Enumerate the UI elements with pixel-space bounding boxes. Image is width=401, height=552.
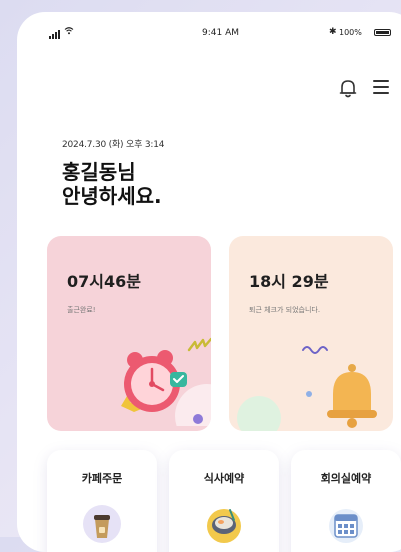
current-datetime: 2024.7.30 (화) 오후 3:14 [62, 140, 165, 150]
battery-icon [374, 29, 391, 36]
clock-out-card[interactable]: 18시 29분 퇴근 체크가 되었습니다. [229, 236, 393, 431]
clock-out-status: 퇴근 체크가 되었습니다. [249, 306, 321, 314]
signal-icon [49, 30, 60, 39]
status-time: 9:41 AM [202, 28, 239, 38]
clock-out-time: 18시 29분 [249, 272, 329, 291]
hamburger-menu-icon[interactable] [373, 80, 389, 96]
cafe-order-label: 카페주문 [81, 472, 123, 485]
meal-reservation-label: 식사예약 [203, 472, 245, 485]
meal-bowl-icon [207, 509, 241, 543]
greeting-text: 홍길동님 안녕하세요. [62, 160, 162, 208]
greeting-name: 홍길동님 [62, 160, 136, 184]
bell-illustration-icon [237, 346, 377, 431]
status-bar: 9:41 AM ✱ 100% [17, 12, 401, 52]
alarm-clock-icon [121, 337, 211, 426]
bell-icon[interactable] [337, 77, 359, 99]
battery-percent: 100% [339, 28, 362, 37]
bluetooth-icon: ✱ [329, 27, 337, 37]
greeting-hello: 안녕하세요. [62, 184, 162, 208]
phone-screen: 9:41 AM ✱ 100% 2024.7.30 (화) 오후 3:14 홍길동… [17, 12, 401, 552]
clock-in-time: 07시46분 [67, 272, 141, 291]
clock-in-card[interactable]: 07시46분 출근완료! [47, 236, 211, 431]
coffee-cup-icon [83, 505, 121, 543]
wifi-icon [64, 26, 74, 38]
calendar-icon [329, 509, 363, 543]
meeting-room-reservation-label: 회의실예약 [320, 472, 372, 485]
clock-in-status: 출근완료! [67, 306, 96, 314]
